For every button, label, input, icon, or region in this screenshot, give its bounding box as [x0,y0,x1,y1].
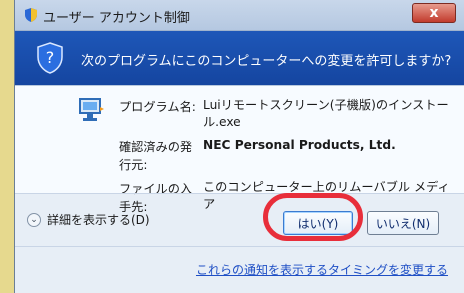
divider [15,193,464,194]
svg-text:?: ? [46,48,55,67]
publisher-value: NEC Personal Products, Ltd. [203,138,396,152]
program-value: Luiリモートスクリーン(子機版)のインストール.exe [203,98,449,129]
uac-dialog: ユーザー アカウント制御 x ? 次のプログラムにこのコンピューターへの変更を許… [14,0,464,293]
show-details-toggle[interactable]: ⌄ 詳細を表示する(D) [27,211,150,228]
source-label: ファイルの入手先: [119,182,193,214]
show-details-label: 詳細を表示する(D) [47,213,150,227]
no-button[interactable]: いいえ(N) [367,211,439,235]
header-band: ? 次のプログラムにこのコンピューターへの変更を許可しますか? [15,31,464,85]
uac-shield-icon [25,8,37,22]
title-bar: ユーザー アカウント制御 x [15,0,464,31]
chevron-down-icon: ⌄ [27,212,41,227]
footer-divider [15,246,464,247]
highlight-callout [263,193,363,241]
close-icon: x [429,5,439,21]
publisher-label: 確認済みの発行元: [119,140,193,172]
program-row: プログラム名: Luiリモートスクリーン(子機版)のインストール.exe [119,97,454,131]
network-computer-icon [79,98,104,121]
program-label: プログラム名: [119,100,196,114]
details-panel: プログラム名: Luiリモートスクリーン(子機版)のインストール.exe 確認済… [15,85,464,214]
close-button[interactable]: x [412,3,456,23]
publisher-row: 確認済みの発行元: NEC Personal Products, Ltd. [119,137,454,173]
uac-shield-icon: ? [37,42,63,74]
window-title: ユーザー アカウント制御 [43,11,190,26]
header-prompt: 次のプログラムにこのコンピューターへの変更を許可しますか? [81,54,452,69]
notification-settings-link[interactable]: これらの通知を表示するタイミングを変更する [196,261,448,278]
